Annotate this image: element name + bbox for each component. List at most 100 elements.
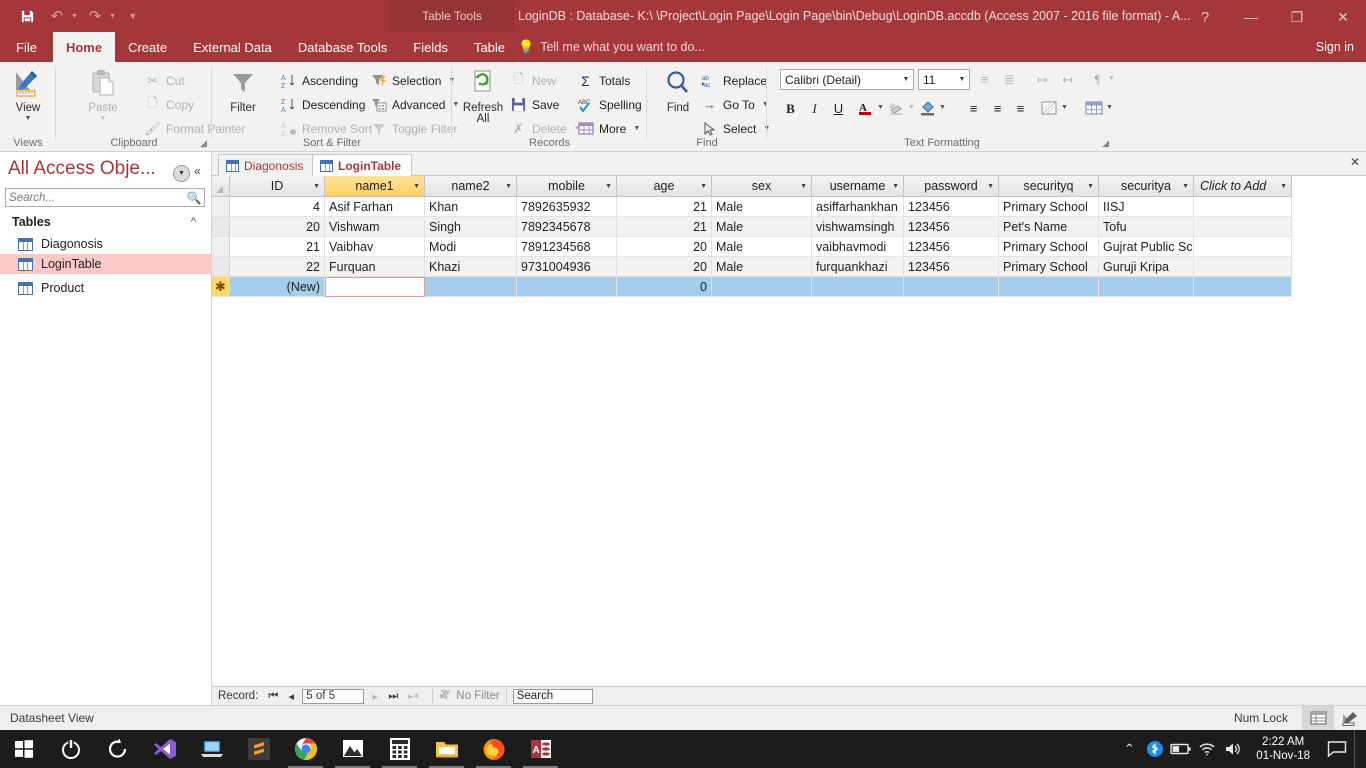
undo-icon[interactable]: ↶: [44, 3, 70, 29]
increase-indent-button[interactable]: ↤: [1057, 69, 1078, 90]
font-color-button[interactable]: A: [855, 98, 876, 119]
cell-password[interactable]: 123456: [904, 257, 999, 277]
tab-database-tools[interactable]: Database Tools: [285, 32, 400, 62]
photos-icon[interactable]: [329, 730, 376, 768]
cell-mobile[interactable]: [517, 277, 617, 297]
advanced-button[interactable]: Advanced ▼: [370, 94, 459, 115]
chrome-icon[interactable]: [282, 730, 329, 768]
new-record-marker[interactable]: ✱: [212, 277, 230, 297]
row-selector[interactable]: [212, 197, 230, 217]
text-formatting-dialog-launcher[interactable]: ◢: [1102, 138, 1109, 149]
cell-securityq[interactable]: Primary School: [999, 257, 1099, 277]
cell-password[interactable]: [904, 277, 999, 297]
chevron-down-icon[interactable]: ▼: [1182, 183, 1189, 190]
start-button[interactable]: [0, 730, 47, 768]
design-view-icon[interactable]: [1334, 706, 1366, 730]
highlight-dropdown-icon[interactable]: ▼: [908, 104, 915, 111]
sublime-text-icon[interactable]: [235, 730, 282, 768]
copy-button[interactable]: 🗋 Copy: [144, 94, 194, 115]
cell-securitya[interactable]: Gujrat Public Sc: [1099, 237, 1194, 257]
align-right-button[interactable]: ≡: [1010, 98, 1031, 119]
visual-studio-icon[interactable]: [141, 730, 188, 768]
chevron-down-icon[interactable]: ▼: [1087, 183, 1094, 190]
italic-button[interactable]: I: [804, 98, 825, 119]
align-left-button[interactable]: ≡: [963, 98, 984, 119]
column-header-name1[interactable]: name1 ▼: [325, 176, 425, 197]
selection-button[interactable]: Selection ▼: [370, 70, 455, 91]
cell-securitya[interactable]: IISJ: [1099, 197, 1194, 217]
taskbar-clock[interactable]: 2:22 AM 01-Nov-18: [1246, 730, 1320, 768]
numbering-button[interactable]: ≣: [999, 69, 1020, 90]
cell-username[interactable]: vaibhavmodi: [812, 237, 904, 257]
cell-age[interactable]: 21: [617, 197, 712, 217]
datasheet-search-input[interactable]: Search: [512, 688, 593, 704]
remote-desktop-icon[interactable]: [188, 730, 235, 768]
cell-sex[interactable]: Male: [712, 217, 812, 237]
totals-button[interactable]: Σ Totals: [577, 70, 630, 91]
view-button[interactable]: View ▼: [1, 66, 55, 122]
underline-button[interactable]: U: [828, 98, 849, 119]
select-all-corner[interactable]: [212, 176, 230, 197]
cell-click-to-add[interactable]: [1194, 257, 1292, 277]
doc-tab-logintable[interactable]: LoginTable: [312, 154, 413, 176]
fill-color-button[interactable]: [917, 98, 938, 119]
last-record-button[interactable]: ⏭: [384, 690, 402, 703]
help-button[interactable]: ?: [1182, 0, 1228, 34]
chevron-down-icon[interactable]: ▼: [313, 183, 320, 190]
action-center-icon[interactable]: [1320, 730, 1354, 768]
highlight-button[interactable]: ab: [886, 98, 907, 119]
cell-name1[interactable]: Furquan: [325, 257, 425, 277]
chevron-up-icon[interactable]: ^: [191, 216, 196, 228]
chevron-down-icon[interactable]: ▼: [1280, 183, 1287, 190]
cell-securityq[interactable]: Pet's Name: [999, 217, 1099, 237]
decrease-indent-button[interactable]: ↦: [1032, 69, 1053, 90]
cell-id[interactable]: 4: [230, 197, 325, 217]
alternate-fill-dropdown-icon[interactable]: ▼: [1061, 104, 1068, 111]
align-center-button[interactable]: ≡: [987, 98, 1008, 119]
cell-password[interactable]: 123456: [904, 197, 999, 217]
paste-button[interactable]: Paste ▼: [76, 66, 130, 122]
volume-icon[interactable]: [1220, 730, 1246, 768]
font-name-dropdown-icon[interactable]: ▼: [899, 76, 913, 83]
column-header-id[interactable]: ID ▼: [230, 176, 325, 197]
chevron-down-icon[interactable]: ▼: [605, 183, 612, 190]
chevron-down-icon[interactable]: ▼: [700, 183, 707, 190]
column-header-name2[interactable]: name2 ▼: [425, 176, 517, 197]
file-explorer-icon[interactable]: [423, 730, 470, 768]
font-size-combo[interactable]: 11 ▼: [918, 69, 970, 90]
access-icon[interactable]: A: [517, 730, 564, 768]
nav-search-input[interactable]: Search...: [6, 192, 184, 204]
wifi-icon[interactable]: [1194, 730, 1220, 768]
bluetooth-icon[interactable]: [1142, 730, 1168, 768]
firefox-icon[interactable]: [470, 730, 517, 768]
nav-item-logintable[interactable]: LoginTable: [0, 254, 212, 274]
table-row[interactable]: 21 Vaibhav Modi 7891234568 20 Male vaibh…: [212, 237, 1292, 257]
chevron-down-icon[interactable]: ▼: [987, 183, 994, 190]
view-dropdown-icon[interactable]: ▼: [25, 115, 32, 122]
next-record-button[interactable]: ▸: [366, 690, 384, 703]
cell-id[interactable]: (New): [230, 277, 325, 297]
save-icon[interactable]: [14, 3, 40, 29]
previous-record-button[interactable]: ◂: [282, 690, 300, 703]
cell-securitya[interactable]: Tofu: [1099, 217, 1194, 237]
close-button[interactable]: ✕: [1320, 0, 1366, 34]
save-record-button[interactable]: Save: [510, 94, 559, 115]
cell-name1[interactable]: [325, 277, 425, 297]
cell-id[interactable]: 22: [230, 257, 325, 277]
tell-me-search[interactable]: 💡 Tell me what you want to do...: [518, 32, 705, 62]
cell-password[interactable]: 123456: [904, 237, 999, 257]
cell-securityq[interactable]: [999, 277, 1099, 297]
tab-home[interactable]: Home: [52, 32, 116, 62]
cell-name2[interactable]: Singh: [425, 217, 517, 237]
cell-mobile[interactable]: 9731004936: [517, 257, 617, 277]
tab-file[interactable]: File: [0, 32, 53, 62]
cell-age[interactable]: 0: [617, 277, 712, 297]
spelling-button[interactable]: ABC Spelling: [577, 94, 642, 115]
cell-click-to-add[interactable]: [1194, 237, 1292, 257]
cell-age[interactable]: 20: [617, 237, 712, 257]
cell-securitya[interactable]: Guruji Kripa: [1099, 257, 1194, 277]
cell-id[interactable]: 21: [230, 237, 325, 257]
nav-pane-collapse-icon[interactable]: «: [194, 164, 201, 178]
first-record-button[interactable]: ⏮: [264, 690, 282, 703]
show-desktop-button[interactable]: [1354, 730, 1362, 768]
